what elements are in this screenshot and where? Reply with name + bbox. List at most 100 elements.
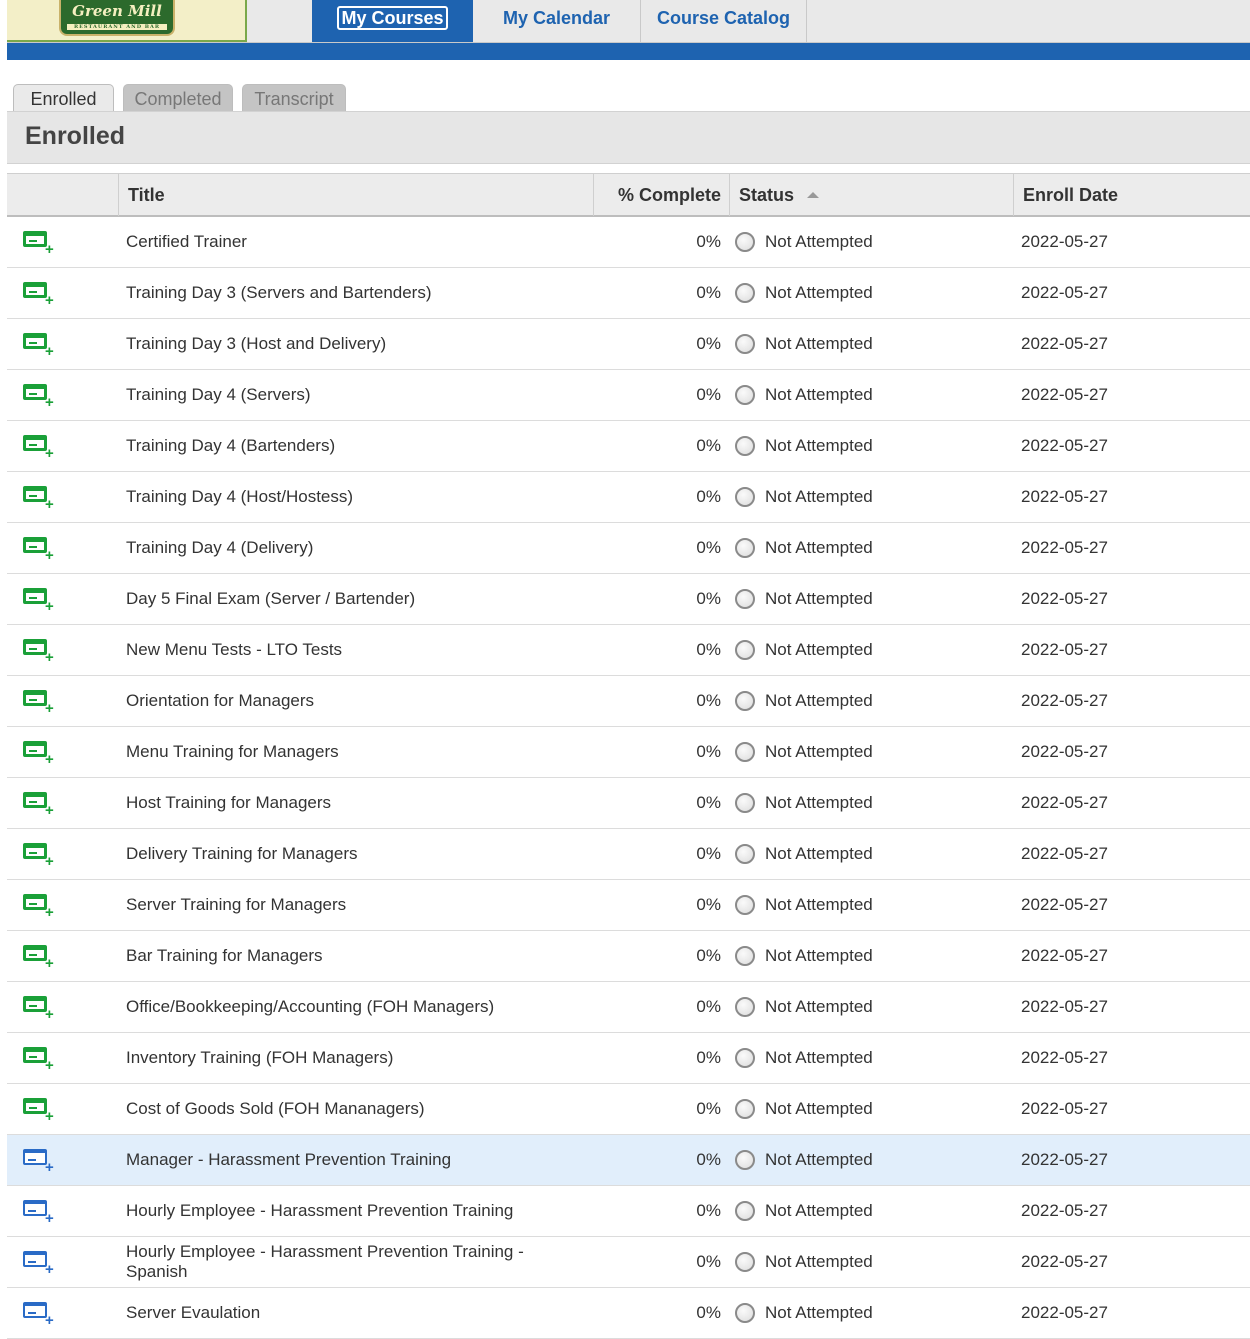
course-title-link[interactable]: Server Evaulation xyxy=(126,1288,566,1338)
table-row[interactable]: + Certified Trainer 0% Not Attempted 2022-05… xyxy=(7,217,1250,268)
course-title-link[interactable]: New Menu Tests - LTO Tests xyxy=(126,625,566,675)
percent-complete: 0% xyxy=(696,232,721,251)
table-row[interactable]: + Orientation for Managers 0% Not Attempted… xyxy=(7,676,1250,727)
course-green-icon[interactable]: + xyxy=(21,329,57,359)
course-green-icon[interactable]: + xyxy=(21,737,57,767)
course-green-icon[interactable]: + xyxy=(21,380,57,410)
column-header-enroll-date[interactable]: Enroll Date xyxy=(1013,174,1250,216)
course-title-link[interactable]: Training Day 3 (Servers and Bartenders) xyxy=(126,268,566,318)
course-green-icon[interactable]: + xyxy=(21,839,57,869)
course-title-link[interactable]: Bar Training for Managers xyxy=(126,931,566,981)
enroll-date: 2022-05-27 xyxy=(1021,1099,1108,1118)
column-header-status[interactable]: Status xyxy=(729,174,1013,216)
table-row[interactable]: + Menu Training for Managers 0% Not Attempt… xyxy=(7,727,1250,778)
course-blue-icon[interactable]: + xyxy=(21,1298,57,1328)
course-title-link[interactable]: Day 5 Final Exam (Server / Bartender) xyxy=(126,574,566,624)
status-circle-icon xyxy=(735,844,755,864)
enrolled-courses-table: Title % Complete Status Enroll Date + Cer… xyxy=(7,173,1250,1339)
column-header-title[interactable]: Title xyxy=(118,174,593,216)
course-green-icon[interactable]: + xyxy=(21,533,57,563)
table-row[interactable]: + Manager - Harassment Prevention Trainin… xyxy=(7,1135,1250,1186)
course-title-link[interactable]: Office/Bookkeeping/Accounting (FOH Manag… xyxy=(126,982,566,1032)
course-green-icon[interactable]: + xyxy=(21,941,57,971)
course-title-link[interactable]: Delivery Training for Managers xyxy=(126,829,566,879)
percent-complete: 0% xyxy=(696,1099,721,1118)
table-row[interactable]: + Hourly Employee - Harassment Prevention… xyxy=(7,1237,1250,1288)
table-row[interactable]: + Training Day 4 (Bartenders) 0% Not Attemp… xyxy=(7,421,1250,472)
course-title-link[interactable]: Training Day 4 (Delivery) xyxy=(126,523,566,573)
course-title-link[interactable]: Cost of Goods Sold (FOH Mananagers) xyxy=(126,1084,566,1134)
course-title-link[interactable]: Host Training for Managers xyxy=(126,778,566,828)
table-row[interactable]: + Training Day 4 (Servers) 0% Not Attempted… xyxy=(7,370,1250,421)
course-green-icon[interactable]: + xyxy=(21,1043,57,1073)
table-row[interactable]: + Hourly Employee - Harassment Prevention… xyxy=(7,1186,1250,1237)
table-row[interactable]: + Training Day 3 (Servers and Bartenders)… xyxy=(7,268,1250,319)
course-green-icon[interactable]: + xyxy=(21,890,57,920)
course-blue-icon[interactable]: + xyxy=(21,1196,57,1226)
status-cell: Not Attempted xyxy=(735,778,1005,828)
course-title-link[interactable]: Training Day 4 (Servers) xyxy=(126,370,566,420)
course-title-link[interactable]: Hourly Employee - Harassment Prevention … xyxy=(126,1237,566,1287)
status-text: Not Attempted xyxy=(765,997,873,1016)
tab-my-courses[interactable]: My Courses xyxy=(312,0,473,42)
course-title-link[interactable]: Certified Trainer xyxy=(126,217,566,267)
enroll-date: 2022-05-27 xyxy=(1021,691,1108,710)
table-row[interactable]: + New Menu Tests - LTO Tests 0% Not Attempt… xyxy=(7,625,1250,676)
table-row[interactable]: + Delivery Training for Managers 0% Not Att… xyxy=(7,829,1250,880)
course-green-icon[interactable]: + xyxy=(21,584,57,614)
green-mill-logo: Green Mill RESTAURANT AND BAR xyxy=(59,0,175,36)
course-green-icon[interactable]: + xyxy=(21,227,57,257)
table-row[interactable]: + Training Day 3 (Host and Delivery) 0% Not… xyxy=(7,319,1250,370)
course-title-link[interactable]: Hourly Employee - Harassment Prevention … xyxy=(126,1186,566,1236)
course-title-link[interactable]: Training Day 4 (Bartenders) xyxy=(126,421,566,471)
status-circle-icon xyxy=(735,793,755,813)
course-green-icon[interactable]: + xyxy=(21,278,57,308)
table-row[interactable]: + Bar Training for Managers 0% Not Attempte… xyxy=(7,931,1250,982)
course-green-icon[interactable]: + xyxy=(21,431,57,461)
course-green-icon[interactable]: + xyxy=(21,992,57,1022)
table-row[interactable]: + Host Training for Managers 0% Not Attempt… xyxy=(7,778,1250,829)
course-title-link[interactable]: Inventory Training (FOH Managers) xyxy=(126,1033,566,1083)
column-header-percent-complete[interactable]: % Complete xyxy=(593,174,729,216)
table-row[interactable]: + Day 5 Final Exam (Server / Bartender) 0%… xyxy=(7,574,1250,625)
column-header-status-label: Status xyxy=(739,185,795,205)
table-row[interactable]: + Training Day 4 (Host/Hostess) 0% Not Atte… xyxy=(7,472,1250,523)
course-blue-icon[interactable]: + xyxy=(21,1247,57,1277)
status-circle-icon xyxy=(735,589,755,609)
course-title-link[interactable]: Orientation for Managers xyxy=(126,676,566,726)
percent-complete: 0% xyxy=(696,283,721,302)
subtab-enrolled[interactable]: Enrolled xyxy=(13,84,114,112)
course-title-link[interactable]: Training Day 3 (Host and Delivery) xyxy=(126,319,566,369)
table-row[interactable]: + Inventory Training (FOH Managers) 0% Not … xyxy=(7,1033,1250,1084)
course-green-icon[interactable]: + xyxy=(21,1094,57,1124)
status-circle-icon xyxy=(735,232,755,252)
row-icon-cell: + xyxy=(21,421,61,471)
subtab-transcript[interactable]: Transcript xyxy=(242,84,346,112)
status-circle-icon xyxy=(735,1150,755,1170)
course-title-link[interactable]: Training Day 4 (Host/Hostess) xyxy=(126,472,566,522)
column-header-icon xyxy=(7,174,118,216)
course-green-icon[interactable]: + xyxy=(21,686,57,716)
table-row[interactable]: + Training Day 4 (Delivery) 0% Not Attempte… xyxy=(7,523,1250,574)
course-green-icon[interactable]: + xyxy=(21,635,57,665)
course-title-link[interactable]: Menu Training for Managers xyxy=(126,727,566,777)
tab-course-catalog[interactable]: Course Catalog xyxy=(641,0,806,42)
row-icon-cell: + xyxy=(21,829,61,879)
status-text: Not Attempted xyxy=(765,793,873,812)
table-header: Title % Complete Status Enroll Date xyxy=(7,173,1250,217)
percent-complete: 0% xyxy=(696,538,721,557)
status-circle-icon xyxy=(735,946,755,966)
table-row[interactable]: + Office/Bookkeeping/Accounting (FOH Mana… xyxy=(7,982,1250,1033)
table-body: + Certified Trainer 0% Not Attempted 2022-05… xyxy=(7,217,1250,1339)
course-title-link[interactable]: Manager - Harassment Prevention Training xyxy=(126,1135,566,1185)
course-green-icon[interactable]: + xyxy=(21,482,57,512)
table-row[interactable]: + Server Training for Managers 0% Not Attem… xyxy=(7,880,1250,931)
course-blue-icon[interactable]: + xyxy=(21,1145,57,1175)
course-title-link[interactable]: Server Training for Managers xyxy=(126,880,566,930)
subtab-completed[interactable]: Completed xyxy=(123,84,233,112)
logo-area[interactable]: Green Mill RESTAURANT AND BAR xyxy=(7,0,247,42)
course-green-icon[interactable]: + xyxy=(21,788,57,818)
table-row[interactable]: + Cost of Goods Sold (FOH Mananagers) 0% No… xyxy=(7,1084,1250,1135)
table-row[interactable]: + Server Evaulation 0% Not Attempted 2022-05… xyxy=(7,1288,1250,1339)
tab-my-calendar[interactable]: My Calendar xyxy=(473,0,640,42)
